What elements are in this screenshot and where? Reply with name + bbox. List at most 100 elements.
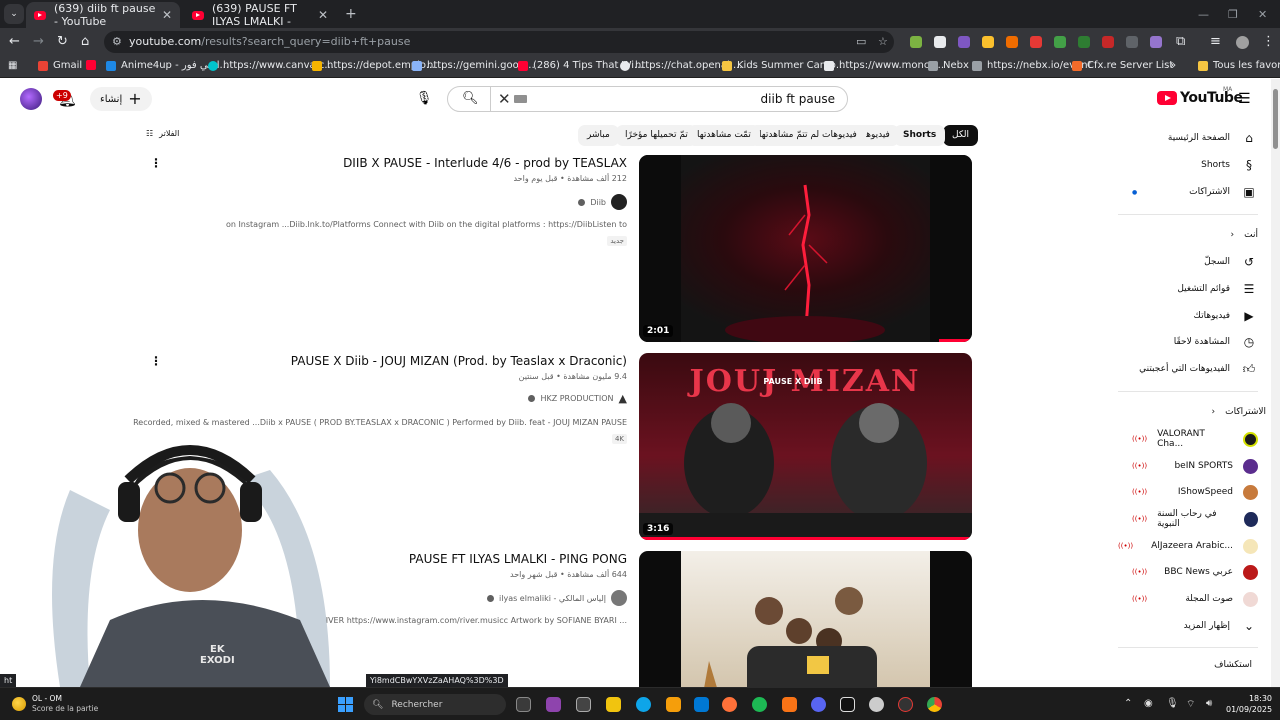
- bookmark-item[interactable]: https://www.moncv...: [824, 60, 944, 71]
- video-thumbnail[interactable]: JOUJ MIZAN PAUSE X DIIB 3:16: [639, 353, 972, 540]
- sidebar-item-watch-later[interactable]: المشاهدة لاحقًا ◷: [1118, 331, 1258, 353]
- search-input[interactable]: diib ft pause: [761, 92, 835, 106]
- all-bookmarks[interactable]: Tous les favoris: [1198, 60, 1280, 71]
- bookmark-item[interactable]: Gmail: [38, 60, 82, 71]
- subscription-item[interactable]: ((•)) beIN SPORTS: [1118, 455, 1258, 477]
- minimize-icon[interactable]: —: [1198, 8, 1209, 21]
- tab-youtube-search[interactable]: (639) diib ft pause - YouTube ✕: [26, 2, 180, 28]
- keyboard-icon[interactable]: [514, 95, 527, 103]
- restore-icon[interactable]: ❐: [1228, 8, 1238, 21]
- extension-icon[interactable]: [1102, 36, 1114, 48]
- sidebar-item-liked-videos[interactable]: الفيديوهات التي أعجبتني 👍︎: [1118, 358, 1258, 380]
- windows-start-icon[interactable]: [338, 697, 353, 712]
- reload-icon[interactable]: ↻: [57, 34, 68, 49]
- bookmarks-overflow-icon[interactable]: »: [1170, 60, 1176, 71]
- sidebar-item-history[interactable]: السجلّ ↺: [1118, 251, 1258, 273]
- outlook-icon[interactable]: [694, 697, 709, 712]
- clear-search-icon[interactable]: ✕: [498, 90, 511, 108]
- extension-icon[interactable]: [982, 36, 994, 48]
- install-icon[interactable]: ▭: [856, 35, 866, 48]
- app-icon[interactable]: [869, 697, 884, 712]
- chrome-icon[interactable]: [927, 697, 942, 712]
- tab-search-button[interactable]: ⌄: [4, 4, 24, 24]
- subscription-item[interactable]: ((•)) صوت المجلة: [1118, 588, 1258, 610]
- search-bar[interactable]: 🔍︎ ✕ diib ft pause: [447, 86, 848, 112]
- firefox-icon[interactable]: [722, 697, 737, 712]
- subscription-item[interactable]: ((•)) VALORANT Cha...: [1118, 428, 1258, 450]
- sidebar-item-playlists[interactable]: قوائم التشغيل ☰: [1118, 278, 1258, 300]
- task-view-icon[interactable]: [516, 697, 531, 712]
- extension-icon[interactable]: [934, 36, 946, 48]
- video-title[interactable]: DIIB X PAUSE - Interlude 4/6 - prod by T…: [343, 156, 627, 170]
- discord-icon[interactable]: [811, 697, 826, 712]
- bookmark-item[interactable]: Cfx.re Server List: [1072, 60, 1173, 71]
- video-title[interactable]: PAUSE FT ILYAS LMALKI - PING PONG: [409, 552, 627, 566]
- video-thumbnail[interactable]: [639, 551, 972, 687]
- video-thumbnail[interactable]: 2:01: [639, 155, 972, 342]
- wifi-icon[interactable]: ⌔: [1186, 698, 1195, 711]
- page-scrollbar[interactable]: [1271, 79, 1280, 687]
- bookmark-item[interactable]: https://gemini.goog...: [412, 60, 535, 71]
- reading-list-icon[interactable]: ≡: [1210, 34, 1221, 49]
- extension-icon[interactable]: [1006, 36, 1018, 48]
- app-tray-icon[interactable]: ◉: [1144, 698, 1153, 709]
- guide-menu-icon[interactable]: ☰: [1238, 91, 1251, 107]
- more-actions-icon[interactable]: ⋮: [150, 354, 162, 368]
- bookmark-item[interactable]: [86, 60, 101, 70]
- tab-close-icon[interactable]: ✕: [318, 8, 328, 22]
- app-icon[interactable]: [576, 697, 591, 712]
- chip-shorts[interactable]: Shorts: [894, 125, 946, 146]
- search-icon[interactable]: 🔍︎: [462, 91, 479, 106]
- sidebar-item-shorts[interactable]: Shorts §: [1118, 154, 1258, 176]
- chip-watched[interactable]: تمّت مشاهدتها: [688, 125, 760, 146]
- extension-icon[interactable]: [1078, 36, 1090, 48]
- channel-link[interactable]: Diib: [578, 194, 627, 210]
- youtube-logo[interactable]: YouTube MA: [1157, 86, 1243, 106]
- home-icon[interactable]: ⌂: [81, 34, 89, 49]
- channel-link[interactable]: HKZ PRODUCTION ▲: [528, 392, 627, 405]
- extension-icon[interactable]: [958, 36, 970, 48]
- sidebar-subscriptions-header[interactable]: › الاشتراكات: [1118, 401, 1266, 423]
- chip-recently-uploaded[interactable]: تمّ تحميلها مؤخرًا: [616, 125, 697, 146]
- sidebar-show-more[interactable]: إظهار المزيد ⌄: [1118, 615, 1258, 637]
- weather-widget[interactable]: OL - OM Score de la partie: [12, 694, 98, 714]
- edge-icon[interactable]: [636, 697, 651, 712]
- bookmark-item[interactable]: Nebx: [928, 60, 969, 71]
- url-field[interactable]: ⚙ youtube.com/results?search_query=diib+…: [104, 31, 894, 53]
- new-tab-icon[interactable]: +: [345, 6, 357, 22]
- chip-live[interactable]: مباشر: [578, 125, 619, 146]
- voice-search-icon[interactable]: 🎙︎: [414, 88, 434, 110]
- app-icon[interactable]: [898, 697, 913, 712]
- tab-close-icon[interactable]: ✕: [162, 8, 172, 22]
- app-icon[interactable]: [782, 697, 797, 712]
- channel-avatar[interactable]: [611, 590, 627, 606]
- subscription-item[interactable]: ((•)) في رحاب السنة النبوية: [1118, 508, 1258, 530]
- site-info-icon[interactable]: ⚙: [112, 35, 122, 48]
- forward-icon[interactable]: →: [33, 34, 44, 49]
- extension-icon[interactable]: [1030, 36, 1042, 48]
- back-icon[interactable]: ←: [9, 34, 20, 49]
- profile-avatar[interactable]: [1236, 36, 1249, 49]
- sidebar-item-subscriptions[interactable]: ● الاشتراكات ▣: [1118, 181, 1258, 203]
- extension-icon[interactable]: [1126, 36, 1138, 48]
- sidebar-item-home[interactable]: الصفحة الرئيسية ⌂: [1118, 127, 1258, 149]
- subscription-item[interactable]: ((•)) AlJazeera Arabic...: [1118, 535, 1258, 557]
- account-avatar[interactable]: [20, 88, 42, 110]
- subscription-item[interactable]: ((•)) IShowSpeed: [1118, 481, 1258, 503]
- app-icon[interactable]: [546, 697, 561, 712]
- extension-icon[interactable]: [910, 36, 922, 48]
- file-explorer-icon[interactable]: [606, 697, 621, 712]
- spotify-icon[interactable]: [752, 697, 767, 712]
- taskbar-clock[interactable]: 18:30 01/09/2025: [1226, 693, 1272, 715]
- app-icon[interactable]: [840, 697, 855, 712]
- close-window-icon[interactable]: ✕: [1258, 8, 1267, 21]
- video-title[interactable]: PAUSE X Diib - JOUJ MIZAN (Prod. by Teas…: [291, 354, 627, 368]
- create-button[interactable]: إنشاء +: [90, 87, 152, 111]
- browser-menu-icon[interactable]: ⋮: [1262, 34, 1275, 49]
- chip-unwatched[interactable]: فيديوهات لم تتمّ مشاهدتها: [750, 125, 866, 146]
- subscription-item[interactable]: ((•)) BBC News عربي: [1118, 561, 1258, 583]
- channel-avatar[interactable]: [611, 194, 627, 210]
- sidebar-item-your-videos[interactable]: فيديوهاتك ▶: [1118, 305, 1258, 327]
- tab-ping-pong[interactable]: (639) PAUSE FT ILYAS LMALKI - ✕: [184, 2, 336, 28]
- bookmark-star-icon[interactable]: ☆: [878, 35, 888, 48]
